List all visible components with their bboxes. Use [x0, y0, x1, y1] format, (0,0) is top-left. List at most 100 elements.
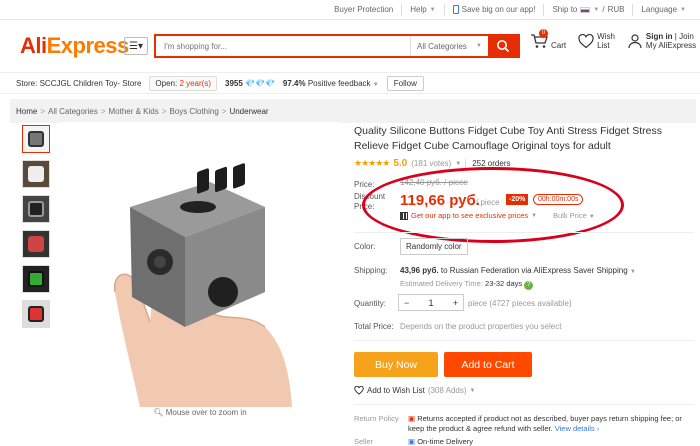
chevron-down-icon: ▼ — [593, 6, 600, 13]
search-icon — [497, 40, 510, 53]
breadcrumb-underwear: Underwear — [229, 106, 269, 116]
shipping-label: Shipping: — [354, 266, 388, 275]
thumbnail[interactable] — [22, 195, 50, 223]
quantity-input[interactable]: 1 — [428, 298, 433, 308]
add-to-cart-button[interactable]: Add to Cart — [444, 352, 532, 377]
currency-label: RUB — [607, 5, 625, 14]
language-selector[interactable]: Language ▼ — [632, 3, 694, 16]
aliexpress-logo[interactable]: AliExpress — [20, 33, 129, 59]
chevron-down-icon: ▼ — [476, 43, 482, 49]
ship-to-label: Ship to — [552, 5, 578, 14]
rating-value: 5.0 — [393, 158, 408, 169]
heart-icon — [578, 33, 594, 48]
wishlist-button[interactable]: Wish List — [578, 32, 615, 50]
delivery-icon: ▣ — [408, 437, 416, 446]
product-info: Quality Silicone Buttons Fidget Cube Toy… — [354, 124, 694, 169]
store-label: Store: — [16, 78, 38, 88]
cart-button[interactable]: 0 Cart — [530, 29, 567, 50]
feedback-menu[interactable]: 97.4% Positive feedback ▼ — [283, 79, 379, 88]
account-menu[interactable]: Sign in | Join My AliExpress — [627, 32, 696, 50]
product-main-image[interactable] — [60, 122, 340, 407]
thumbnail[interactable] — [22, 265, 50, 293]
buyer-protection-label: Buyer Protection — [334, 5, 394, 14]
app-promo-link[interactable]: Save big on our app! — [443, 3, 544, 16]
wish-label: Wish — [597, 32, 615, 41]
header-actions: 0 Cart Wish List Sign in | Join My AliExpr… — [530, 29, 696, 50]
search-bar: All Categories ▼ — [154, 34, 520, 58]
votes-link[interactable]: (181 votes) — [411, 159, 451, 168]
product-title: Quality Silicone Buttons Fidget Cube Toy… — [354, 125, 662, 152]
help-label: Help — [410, 5, 427, 14]
store-score: 3955 💎💎💎 — [225, 78, 275, 88]
user-icon — [628, 34, 642, 49]
shipping-info[interactable]: 43,96 руб. to Russian Federation via Ali… — [400, 266, 636, 275]
chevron-down-icon: ▼ — [429, 6, 436, 13]
search-input[interactable] — [156, 36, 410, 56]
price-label: Price: — [354, 180, 375, 189]
zoom-hint: 🔍︎ Mouse over to zoom in — [153, 408, 247, 417]
rating-stars: ★★★★★ — [354, 158, 390, 168]
heart-icon — [354, 386, 364, 395]
ship-to-selector[interactable]: Ship to ▼ / RUB — [543, 3, 632, 16]
cart-label: Cart — [551, 41, 567, 50]
divider — [354, 404, 694, 405]
return-icon: ▣ — [408, 414, 416, 423]
thumbnail[interactable] — [22, 160, 50, 188]
app-promo-label: Save big on our app! — [461, 5, 536, 14]
color-label: Color: — [354, 242, 376, 251]
color-option[interactable]: Randomly color — [400, 238, 468, 255]
menu-icon: ☰▾ — [129, 40, 143, 52]
search-button[interactable] — [488, 36, 518, 56]
follow-button[interactable]: Follow — [386, 75, 424, 91]
store-open-badge: Open: 2 year(s) — [149, 75, 217, 91]
list-label: List — [597, 41, 610, 50]
language-label: Language — [641, 5, 678, 14]
on-time-delivery: ▣ On-time Delivery — [408, 437, 474, 446]
sign-in-link[interactable]: Sign in — [646, 32, 673, 41]
chevron-down-icon: ▼ — [629, 269, 636, 275]
join-link[interactable]: Join — [679, 32, 694, 41]
chevron-down-icon: ▼ — [680, 6, 686, 13]
phone-icon — [452, 5, 459, 14]
chevron-down-icon[interactable]: ▼ — [455, 161, 461, 167]
add-to-wishlist[interactable]: Add to Wish List (308 Adds) ▼ — [354, 386, 475, 395]
thumbnail[interactable] — [22, 300, 50, 328]
search-category-select[interactable]: All Categories ▼ — [410, 36, 488, 56]
seller-label: Seller — [354, 437, 374, 446]
breadcrumb-home[interactable]: Home — [16, 107, 37, 116]
return-policy-text: ▣ Returns accepted if product not as des… — [408, 414, 682, 433]
pieces-available: piece (4727 pieces available) — [468, 299, 572, 308]
chevron-down-icon: ▼ — [372, 81, 379, 88]
quantity-label: Quantity: — [354, 299, 387, 308]
thumbnail-list — [22, 125, 50, 328]
site-header: AliExpress ☰▾ All Categories ▼ 0 Cart Wis… — [0, 20, 700, 72]
buyer-protection-link[interactable]: Buyer Protection — [326, 4, 401, 16]
my-aliexpress-link[interactable]: My AliExpress — [646, 41, 696, 50]
breadcrumb-boys-clothing[interactable]: Boys Clothing — [169, 107, 218, 116]
russia-flag-icon — [580, 6, 591, 13]
divider — [354, 232, 694, 233]
store-name-link[interactable]: SCCJGL Children Toy- Store — [40, 79, 142, 88]
breadcrumb-all-categories[interactable]: All Categories — [48, 107, 98, 116]
breadcrumb-mother-kids[interactable]: Mother & Kids — [109, 107, 159, 116]
return-policy-label: Return Policy — [354, 414, 399, 423]
top-utility-bar: Buyer Protection Help ▼ Save big on our a… — [0, 0, 700, 20]
minus-icon[interactable]: − — [404, 298, 409, 308]
breadcrumb: Home > All Categories > Mother & Kids > Boy… — [10, 99, 696, 123]
plus-icon[interactable]: + — [453, 298, 458, 308]
chevron-down-icon: ▼ — [469, 387, 476, 394]
search-category-label: All Categories — [417, 41, 467, 51]
store-info-bar: Store: SCCJGL Children Toy- Store Open: … — [0, 72, 700, 94]
view-details-link[interactable]: View details › — [555, 424, 599, 433]
buy-now-button[interactable]: Buy Now — [354, 352, 438, 377]
magnifier-icon: 🔍︎ — [153, 408, 164, 417]
thumbnail[interactable] — [22, 230, 50, 258]
categories-menu-button[interactable]: ☰▾ — [124, 37, 148, 55]
help-menu[interactable]: Help ▼ — [401, 3, 443, 16]
help-icon[interactable]: ? — [524, 281, 534, 290]
diamond-icon: 💎💎💎 — [245, 78, 275, 88]
total-price-value: Depends on the product properties you se… — [400, 322, 562, 331]
total-price-label: Total Price: — [354, 322, 394, 331]
thumbnail[interactable] — [22, 125, 50, 153]
quantity-stepper: − 1 + — [398, 294, 464, 311]
